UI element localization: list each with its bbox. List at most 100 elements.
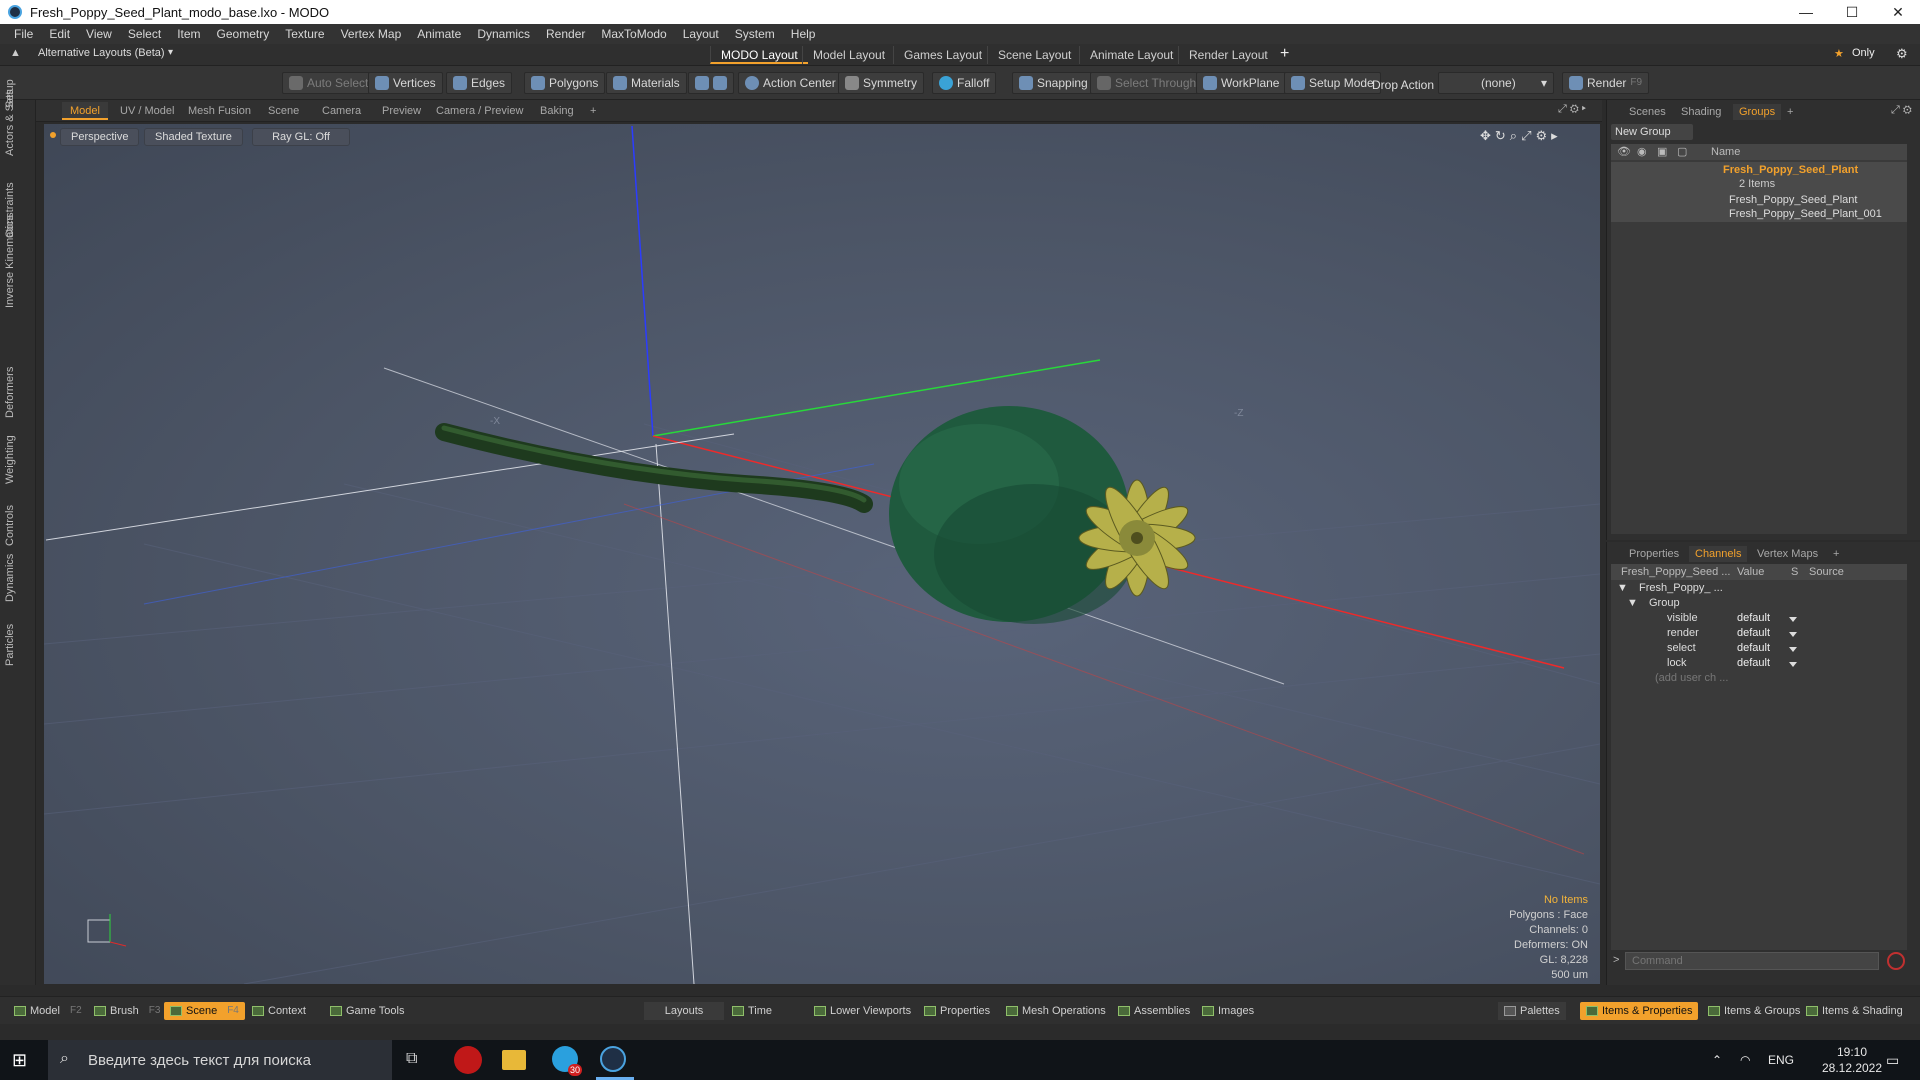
notifications-icon[interactable]: ▭ — [1886, 1040, 1899, 1080]
workplane-button[interactable]: WorkPlane — [1196, 72, 1287, 94]
bottom-properties-button[interactable]: Properties — [918, 1002, 996, 1020]
tab-modo-layout[interactable]: MODO Layout — [710, 46, 808, 64]
menu-file[interactable]: File — [6, 27, 41, 41]
tab-add-panel[interactable]: + — [1781, 104, 1799, 120]
action-center-button[interactable]: Action Center — [738, 72, 843, 94]
list-item[interactable]: Fresh_Poppy_Seed_Plant_001 — [1729, 208, 1882, 220]
falloff-button[interactable]: Falloff — [932, 72, 997, 94]
render-button[interactable]: Render F9 — [1562, 72, 1650, 94]
vertices-button[interactable]: Vertices — [368, 72, 443, 94]
group-name[interactable]: Fresh_Poppy_Seed_Plant — [1723, 164, 1858, 176]
menu-edit[interactable]: Edit — [41, 27, 78, 41]
list-item[interactable]: Fresh_Poppy_Seed_Plant — [1729, 194, 1857, 206]
menu-item[interactable]: Item — [169, 27, 208, 41]
network-icon[interactable]: ◠ — [1740, 1040, 1750, 1080]
keyboard-language[interactable]: ENG — [1768, 1040, 1794, 1080]
tab-vertex-maps[interactable]: Vertex Maps — [1751, 546, 1824, 562]
bottom-mesh-operations-button[interactable]: Mesh Operations — [1000, 1002, 1112, 1020]
vtab-weighting[interactable]: Weighting — [4, 428, 18, 484]
vptab-mesh-fusion[interactable]: Mesh Fusion — [180, 102, 259, 120]
select-through-button[interactable]: Select Through — [1090, 72, 1204, 94]
3d-viewport[interactable]: Perspective Shaded Texture Ray GL: Off ✥… — [44, 124, 1600, 984]
only-toggle[interactable]: Only — [1852, 47, 1875, 59]
tab-scenes[interactable]: Scenes — [1623, 104, 1672, 120]
vptab-add[interactable]: + — [582, 102, 604, 120]
vptab-scene[interactable]: Scene — [260, 102, 307, 120]
tab-games-layout[interactable]: Games Layout — [893, 46, 992, 64]
menu-maxtomodo[interactable]: MaxToModo — [593, 27, 674, 41]
snapping-button[interactable]: Snapping — [1012, 72, 1095, 94]
taskbar-search-box[interactable]: ⌕ Введите здесь текст для поиска — [48, 1040, 392, 1080]
modo-taskbar-icon[interactable] — [600, 1046, 626, 1072]
add-layout-button[interactable]: + — [1280, 45, 1289, 63]
vptab-camera-preview[interactable]: Camera / Preview — [428, 102, 531, 120]
bottom-lower-viewports-button[interactable]: Lower Viewports — [808, 1002, 917, 1020]
menu-vertex-map[interactable]: Vertex Map — [333, 27, 410, 41]
vtab-deformers[interactable]: Deformers — [4, 362, 18, 418]
chevron-down-icon[interactable] — [1789, 632, 1797, 637]
materials-button[interactable]: Materials — [606, 72, 687, 94]
alternative-layouts-dropdown[interactable]: Alternative Layouts (Beta) — [38, 47, 165, 59]
minimize-icon[interactable]: — — [1784, 0, 1828, 24]
select-mode-toggle-button[interactable] — [688, 72, 734, 94]
tab-properties[interactable]: Properties — [1623, 546, 1685, 562]
bottom-brush-button[interactable]: Brush F3 — [88, 1002, 166, 1020]
bottom-items-shading-button[interactable]: Items & Shading — [1800, 1002, 1909, 1020]
menu-view[interactable]: View — [78, 27, 120, 41]
tab-groups[interactable]: Groups — [1733, 104, 1782, 120]
tray-expand-icon[interactable]: ⌃ — [1712, 1040, 1722, 1080]
tab-channels[interactable]: Channels — [1689, 546, 1748, 562]
channel-value-select[interactable]: default — [1737, 642, 1770, 654]
menu-system[interactable]: System — [727, 27, 783, 41]
chevron-down-icon[interactable] — [1789, 662, 1797, 667]
tab-add-panel[interactable]: + — [1827, 546, 1845, 562]
vtab-particles[interactable]: Particles — [4, 610, 18, 666]
chevron-down-icon[interactable] — [1789, 617, 1797, 622]
channel-value-render[interactable]: default — [1737, 627, 1770, 639]
opera-icon[interactable] — [454, 1046, 482, 1074]
polygons-button[interactable]: Polygons — [524, 72, 606, 94]
menu-render[interactable]: Render — [538, 27, 593, 41]
drop-action-dropdown[interactable]: (none) ▾ — [1438, 72, 1554, 94]
bottom-items-properties-button[interactable]: Items & Properties — [1580, 1002, 1699, 1020]
vptab-preview[interactable]: Preview — [374, 102, 429, 120]
task-view-icon[interactable]: ⧉ — [406, 1050, 417, 1068]
bottom-game-tools-button[interactable]: Game Tools — [324, 1002, 411, 1020]
clock-date[interactable]: 28.12.2022 — [1820, 1060, 1884, 1076]
menu-help[interactable]: Help — [783, 27, 824, 41]
channels-root-item[interactable]: Fresh_Poppy_ ... — [1639, 582, 1723, 594]
command-input[interactable] — [1625, 952, 1879, 970]
gear-icon[interactable]: ⚙ — [1896, 46, 1908, 62]
layout-menu-icon[interactable]: ▲ — [10, 47, 21, 59]
vtab-controls[interactable]: Controls — [4, 496, 18, 546]
vptab-model[interactable]: Model — [62, 102, 108, 120]
record-icon[interactable] — [1887, 952, 1905, 970]
group-row[interactable]: Fresh_Poppy_Seed_Plant 2 Items Fresh_Pop… — [1611, 162, 1907, 222]
panel-options-icon[interactable]: ⤢ ⚙ — [1891, 104, 1912, 117]
channel-value-visible[interactable]: default — [1737, 612, 1770, 624]
vptab-uv-model[interactable]: UV / Model — [112, 102, 182, 120]
setup-mode-button[interactable]: Setup Mode — [1284, 72, 1381, 94]
chevron-down-icon[interactable] — [1789, 647, 1797, 652]
file-explorer-icon[interactable] — [502, 1050, 526, 1070]
expand-arrow-icon[interactable]: ▼ — [1627, 597, 1638, 609]
vtab-inverse-kinematics[interactable]: Inverse Kinematics — [4, 208, 18, 308]
menu-dynamics[interactable]: Dynamics — [469, 27, 538, 41]
expand-arrow-icon[interactable]: ▼ — [1617, 582, 1628, 594]
new-group-button[interactable]: New Group — [1611, 124, 1693, 140]
tab-render-layout[interactable]: Render Layout — [1178, 46, 1278, 64]
menu-texture[interactable]: Texture — [277, 27, 332, 41]
tab-model-layout[interactable]: Model Layout — [802, 46, 895, 64]
windows-start-icon[interactable]: ⊞ — [12, 1050, 27, 1071]
bottom-palettes-button[interactable]: Palettes — [1498, 1002, 1566, 1020]
bottom-assemblies-button[interactable]: Assemblies — [1112, 1002, 1196, 1020]
edges-button[interactable]: Edges — [446, 72, 513, 94]
vtab-dynamics[interactable]: Dynamics — [4, 546, 18, 602]
bottom-model-button[interactable]: Model F2 — [8, 1002, 88, 1020]
bottom-items-groups-button[interactable]: Items & Groups — [1702, 1002, 1806, 1020]
viewport-options-icon[interactable]: ⤢ ⚙ ▸ — [1558, 103, 1586, 116]
maximize-icon[interactable]: ☐ — [1830, 0, 1874, 24]
close-icon[interactable]: ✕ — [1876, 0, 1920, 24]
menu-geometry[interactable]: Geometry — [209, 27, 278, 41]
bottom-images-button[interactable]: Images — [1196, 1002, 1260, 1020]
